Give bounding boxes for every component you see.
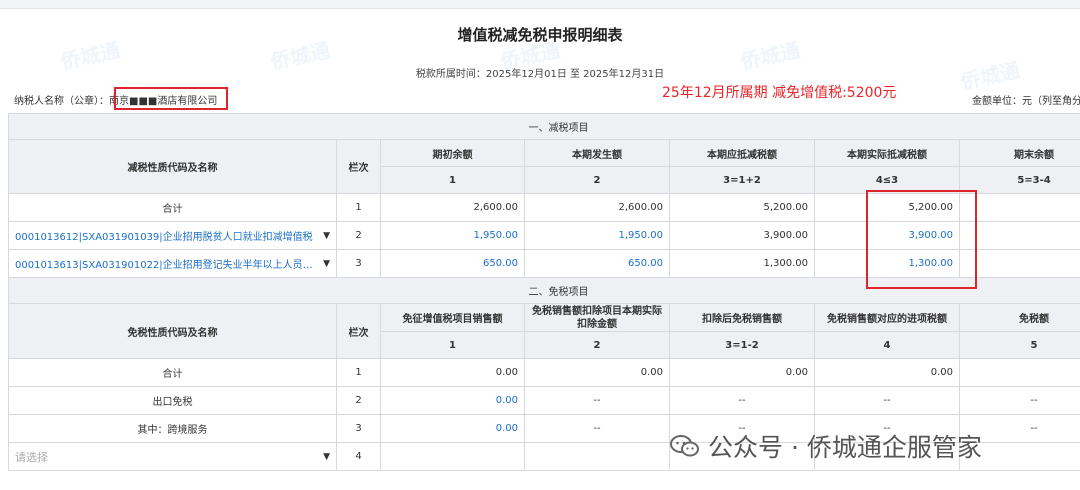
report-table: 一、减税项目 减税性质代码及名称 栏次 期初余额 本期发生额 本期应抵减税额 本… — [8, 113, 1080, 471]
table-row: 合计 1 0.00 0.00 0.00 0.00 0 — [8, 358, 1080, 387]
section2-header-c1: 免征增值税项目销售额 — [380, 303, 525, 332]
dropdown-caret-icon[interactable]: ▼ — [323, 452, 330, 462]
cell-c5: 0 — [958, 249, 1080, 278]
row-col: 1 — [336, 193, 381, 222]
wechat-icon — [670, 434, 700, 458]
section1-header-c5: 期末余额 — [958, 139, 1080, 167]
row-col: 2 — [336, 221, 381, 250]
row-col: 3 — [336, 414, 381, 443]
section2-header-c2: 免税销售额扣除项目本期实际扣除金额 — [524, 303, 670, 332]
section1-header-c3: 本期应抵减税额 — [669, 139, 815, 167]
cell-c1-input[interactable]: 0.00 — [380, 414, 525, 443]
cell-c4: 0.00 — [814, 358, 960, 387]
row-col: 4 — [336, 442, 381, 471]
cell-c2: -- — [524, 414, 670, 443]
cell-c1: 2,600.00 — [380, 193, 525, 222]
cell-c3: -- — [669, 386, 815, 415]
row-col: 2 — [336, 386, 381, 415]
cell-c1-input[interactable]: 650.00 — [380, 249, 525, 278]
cell-c2 — [524, 442, 670, 471]
reduction-code-label: 0001013612|SXA031901039|企业招用脱贫人口就业扣减增值税 — [15, 232, 313, 243]
cell-c1: 0.00 — [380, 358, 525, 387]
actual-deduction-highlight-box — [866, 190, 977, 289]
wechat-footer-text: 公众号 · 侨城通企服管家 — [708, 433, 982, 462]
section2-header-c3: 扣除后免税销售额 — [669, 303, 815, 332]
row-col: 1 — [336, 358, 381, 387]
cell-c2-input[interactable]: 650.00 — [524, 249, 670, 278]
select-placeholder: 请选择 — [15, 450, 48, 464]
cell-c5: 0 — [958, 358, 1080, 387]
section1-header-col: 栏次 — [336, 139, 381, 194]
table-row: 出口免税 2 0.00 -- -- -- -- — [8, 386, 1080, 415]
row-col: 3 — [336, 249, 381, 278]
cell-c2: 2,600.00 — [524, 193, 670, 222]
dropdown-caret-icon[interactable]: ▼ — [323, 259, 330, 269]
reduction-code-label: 0001013613|SXA031901022|企业招用登记失业半年以上人员扣减… — [15, 260, 320, 271]
row-name: 其中：跨境服务 — [8, 414, 337, 443]
cell-c3: 1,300.00 — [669, 249, 815, 278]
section2-header-c5n: 5 — [958, 331, 1080, 359]
taxpayer-label: 纳税人名称（公章）： — [14, 96, 109, 107]
section1-header-c1: 期初余额 — [380, 139, 525, 167]
cell-c2: -- — [524, 386, 670, 415]
section2-header-c1n: 1 — [380, 331, 525, 359]
cell-c3: 5,200.00 — [669, 193, 815, 222]
cell-c2: 0.00 — [524, 358, 670, 387]
section1-header-name: 减税性质代码及名称 — [8, 139, 337, 194]
wechat-footer: 公众号 · 侨城通企服管家 — [670, 428, 982, 464]
section1-header-c4: 本期实际抵减税额 — [814, 139, 960, 167]
section2-header-c4n: 4 — [814, 331, 960, 359]
cell-c4: -- — [814, 386, 960, 415]
cell-c2-input[interactable]: 1,950.00 — [524, 221, 670, 250]
cell-c1-input[interactable]: 1,950.00 — [380, 221, 525, 250]
amount-unit: 金额单位：元（列至角分） — [972, 96, 1080, 107]
section1-header-c1n: 1 — [380, 166, 525, 194]
cell-c1-input[interactable]: 0.00 — [380, 386, 525, 415]
row-name: 出口免税 — [8, 386, 337, 415]
row-name: 合计 — [8, 358, 337, 387]
section1-header-c3n: 3=1+2 — [669, 166, 815, 194]
section2-header-c2n: 2 — [524, 331, 670, 359]
tax-period: 税款所属时间：2025年12月01日 至 2025年12月31日 — [415, 69, 665, 80]
reduction-code-select[interactable]: 0001013613|SXA031901022|企业招用登记失业半年以上人员扣减… — [8, 249, 337, 278]
page-title: 增值税减免税申报明细表 — [457, 26, 623, 44]
top-bar — [0, 0, 1080, 9]
cell-c5: 0 — [958, 193, 1080, 222]
section1-header-c2: 本期发生额 — [524, 139, 670, 167]
exemption-code-select[interactable]: 请选择 ▼ — [8, 442, 337, 471]
cell-c3: 0.00 — [669, 358, 815, 387]
reduction-annotation: 25年12月所属期 减免增值税:5200元 — [662, 85, 897, 101]
section2-header-c3n: 3=1-2 — [669, 331, 815, 359]
row-name: 合计 — [8, 193, 337, 222]
reduction-code-select[interactable]: 0001013612|SXA031901039|企业招用脱贫人口就业扣减增值税 ▼ — [8, 221, 337, 250]
section1-header-c2n: 2 — [524, 166, 670, 194]
section1-header-c5n: 5=3-4 — [958, 166, 1080, 194]
section2-header-c5: 免税额 — [958, 303, 1080, 332]
cell-c5: 0 — [958, 221, 1080, 250]
cell-c5: -- — [958, 386, 1080, 415]
cell-c1[interactable] — [380, 442, 525, 471]
section1-title: 一、减税项目 — [8, 113, 1080, 140]
section2-header-col: 栏次 — [336, 303, 381, 359]
section2-header-c4: 免税销售额对应的进项税额 — [814, 303, 960, 332]
section2-header-name: 免税性质代码及名称 — [8, 303, 337, 359]
dropdown-caret-icon[interactable]: ▼ — [323, 231, 330, 241]
cell-c3: 3,900.00 — [669, 221, 815, 250]
taxpayer-highlight-box — [114, 87, 228, 110]
